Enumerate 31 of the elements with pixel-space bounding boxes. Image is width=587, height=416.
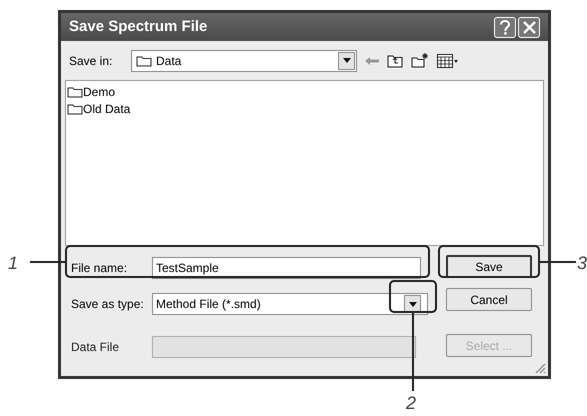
folder-name: Data	[156, 52, 182, 70]
leader-line	[540, 261, 576, 262]
dialog-button[interactable]: Cancel	[446, 288, 532, 311]
help-icon	[499, 20, 511, 34]
help-button[interactable]	[494, 16, 516, 38]
new-folder-icon[interactable]	[411, 53, 429, 68]
field-label: File name:	[71, 260, 128, 277]
callout-number: 2	[406, 392, 416, 415]
folder-item[interactable]: Demo	[66, 83, 120, 100]
dropdown-button[interactable]	[338, 52, 355, 70]
save-in-label: Save in:	[69, 52, 114, 70]
window-title: Save Spectrum File	[69, 16, 208, 37]
caret-icon	[342, 58, 350, 63]
field-label: Save as type:	[71, 296, 145, 313]
up-folder-icon[interactable]	[387, 54, 403, 68]
resize-grip-icon[interactable]	[534, 362, 546, 374]
callout-frame	[389, 280, 437, 313]
caret-icon	[408, 302, 416, 306]
view-menu-icon[interactable]	[437, 54, 459, 68]
dialog-button[interactable]: Save	[446, 255, 532, 278]
callout-number: 3	[577, 252, 587, 275]
folder-icon	[136, 54, 152, 66]
close-icon	[522, 20, 536, 34]
leader-line	[30, 261, 65, 262]
close-button[interactable]	[518, 16, 540, 38]
callout-number: 1	[8, 252, 18, 275]
file-name-field[interactable]: TestSample	[152, 257, 421, 279]
folder-item[interactable]: Old Data	[66, 100, 134, 117]
field-label: Data File	[71, 339, 120, 356]
file-type-dropdown[interactable]: Method File (*.smd)	[152, 293, 428, 315]
save-in-dropdown[interactable]: Data	[131, 50, 357, 72]
